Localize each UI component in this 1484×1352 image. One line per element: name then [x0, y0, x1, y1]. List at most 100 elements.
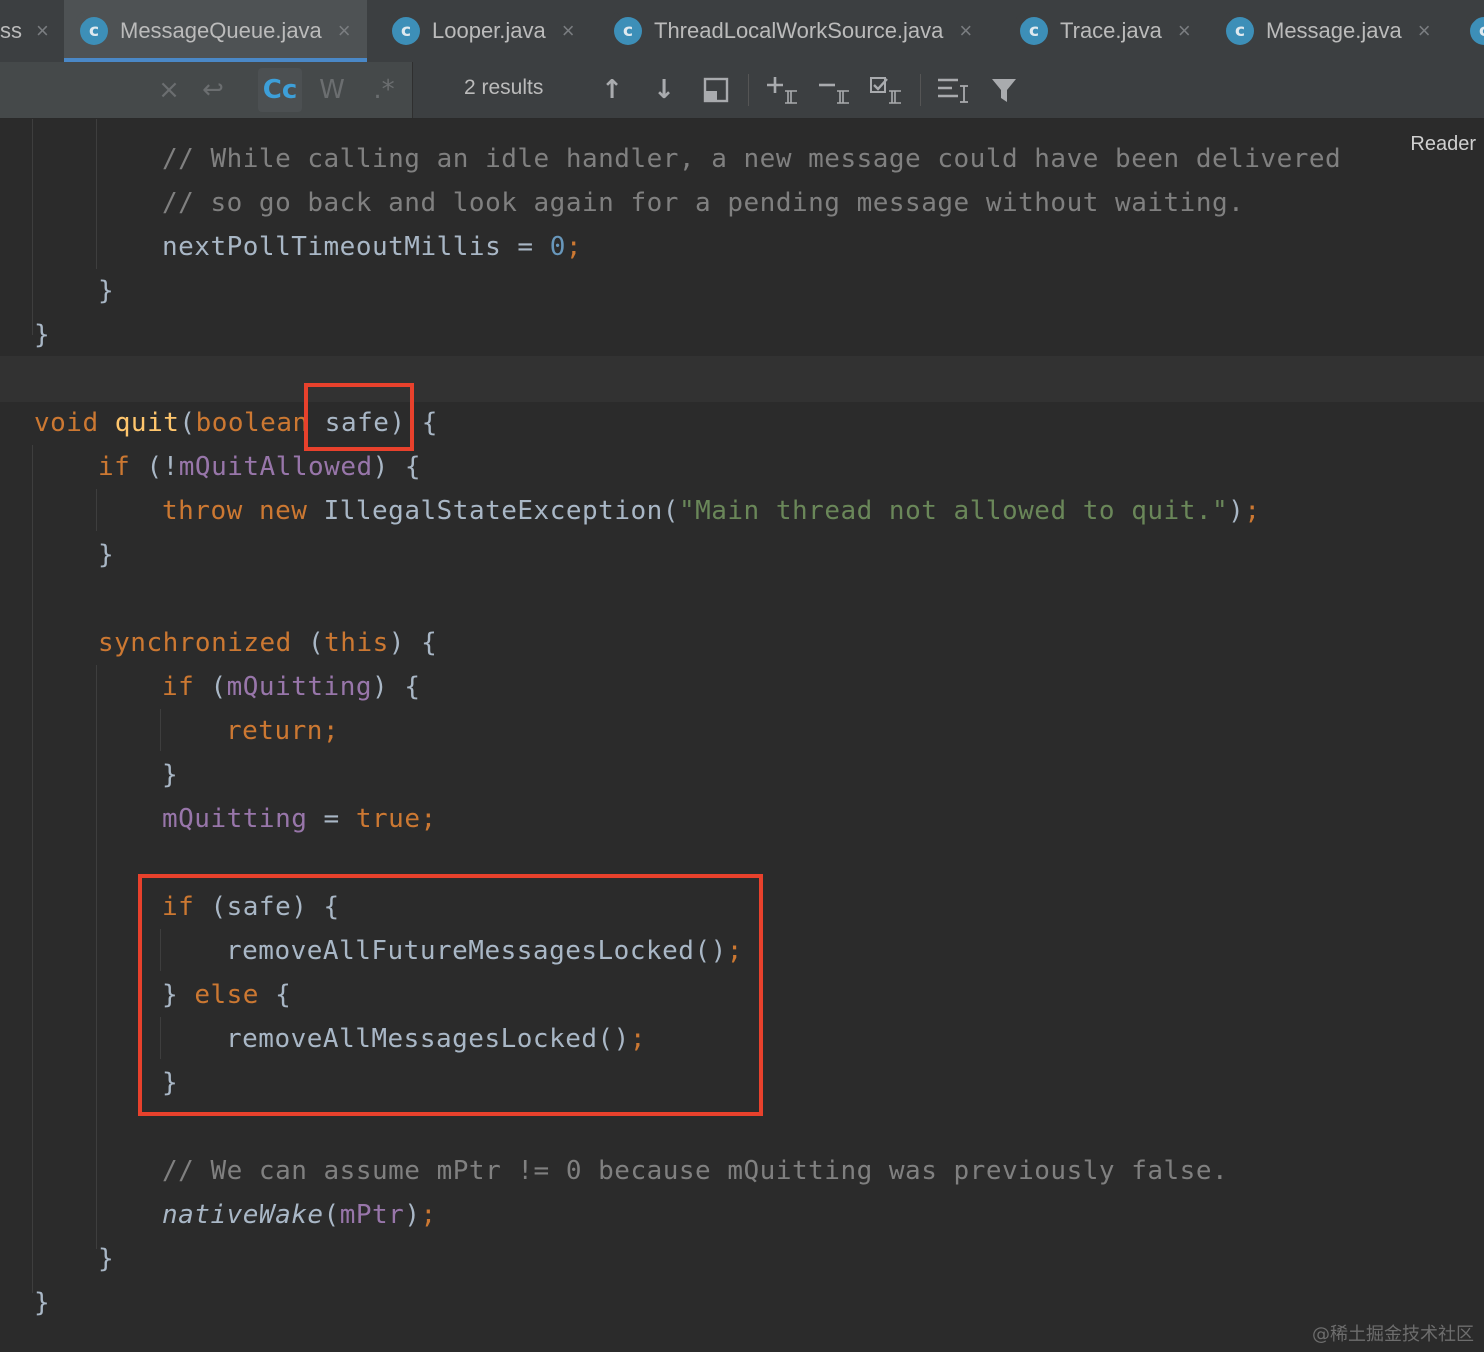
toolbar-separator: [748, 74, 749, 106]
reader-mode-button[interactable]: Reader: [1410, 133, 1476, 156]
paren: ) {: [388, 628, 438, 658]
indent-guide: [160, 709, 161, 751]
method-name: quit: [114, 408, 180, 438]
find-toolbar: × ↩ Cc W .* 2 results ↑ ↓: [0, 62, 1484, 119]
code-line: mQuitting = true;: [162, 804, 437, 834]
select-all-occurrences-icon[interactable]: [868, 68, 906, 112]
paren: (: [179, 408, 196, 438]
tab-trace[interactable]: c Trace.java ×: [1020, 0, 1191, 62]
comment: // While calling an idle handler, a new …: [162, 144, 1342, 174]
indent-guide: [96, 665, 97, 1249]
tab-partial[interactable]: ss ×: [0, 0, 49, 62]
remove-occurrence-icon[interactable]: [816, 68, 854, 112]
new-line-icon[interactable]: ↩: [196, 68, 230, 112]
code-line: return;: [226, 709, 339, 753]
method-separator: [0, 356, 1484, 402]
field: mQuitting: [162, 804, 308, 834]
brace: }: [34, 320, 51, 350]
brace: }: [34, 1288, 51, 1318]
tab-thread-local-work-source[interactable]: c ThreadLocalWorkSource.java ×: [614, 0, 972, 62]
keyword: boolean: [195, 408, 309, 438]
code-line: }: [98, 533, 114, 577]
add-occurrence-icon[interactable]: [764, 68, 802, 112]
tab-message[interactable]: c Message.java ×: [1226, 0, 1431, 62]
paren: ): [1228, 496, 1245, 526]
tab-label: ss: [0, 18, 22, 43]
comment: // We can assume mPtr != 0 because mQuit…: [162, 1156, 1229, 1186]
number-literal: 0: [549, 232, 566, 262]
string-literal: "Main thread not allowed to quit.": [678, 496, 1229, 526]
keyword: synchronized: [98, 628, 292, 658]
code-line: synchronized (this) {: [98, 628, 438, 658]
tab-overflow[interactable]: c: [1470, 0, 1484, 62]
next-occurrence-icon[interactable]: ↓: [648, 68, 680, 112]
class-icon: c: [614, 17, 642, 45]
class-icon: c: [80, 17, 108, 45]
editor-tab-bar: ss × c MessageQueue.java × c Looper.java…: [0, 0, 1484, 63]
code-line: }: [162, 753, 178, 797]
tab-label: Message.java: [1266, 18, 1402, 43]
indent-guide: [96, 489, 97, 531]
words-toggle[interactable]: W: [314, 68, 350, 112]
tab-label: Looper.java: [432, 18, 546, 43]
paren: ) {: [372, 672, 421, 702]
code-line: }: [98, 269, 114, 313]
close-icon[interactable]: ×: [36, 18, 49, 44]
paren: ): [404, 1200, 421, 1230]
open-in-window-icon[interactable]: [700, 68, 732, 112]
code-line: // so go back and look again for a pendi…: [162, 181, 1244, 225]
close-icon[interactable]: ×: [562, 18, 575, 44]
close-icon[interactable]: ×: [1178, 18, 1191, 44]
semicolon: ;: [420, 804, 437, 834]
code-line: }: [98, 1237, 114, 1281]
keyword: void: [34, 408, 99, 438]
keyword: if: [162, 672, 195, 702]
close-icon[interactable]: ×: [338, 18, 351, 44]
keyword: if: [98, 452, 131, 482]
close-icon[interactable]: ×: [1418, 18, 1431, 44]
class-icon: c: [392, 17, 420, 45]
keyword: true: [355, 804, 421, 834]
paren: (!: [130, 452, 179, 482]
comment: // so go back and look again for a pendi…: [162, 188, 1245, 218]
highlight-box-safe-param: [304, 383, 414, 451]
regex-toggle[interactable]: .*: [366, 68, 402, 112]
watermark: @稀土掘金技术社区: [1312, 1324, 1474, 1345]
brace: }: [98, 1244, 115, 1274]
code-editor[interactable]: Reader // While calling an idle handler,…: [0, 119, 1484, 1352]
in-selection-icon[interactable]: [934, 68, 972, 112]
indent-guide: [96, 119, 97, 269]
tab-label: ThreadLocalWorkSource.java: [654, 18, 944, 43]
indent-guide: [32, 445, 33, 1293]
filter-icon[interactable]: [986, 68, 1022, 112]
code-line: }: [34, 313, 50, 357]
match-case-toggle[interactable]: Cc: [258, 68, 302, 112]
search-results-count: 2 results: [464, 76, 544, 99]
semicolon: ;: [322, 716, 340, 746]
class-icon: c: [1020, 17, 1048, 45]
code-line: // While calling an idle handler, a new …: [162, 137, 1341, 181]
code-line: throw new IllegalStateException("Main th…: [162, 489, 1260, 533]
operator: =: [501, 232, 550, 262]
code-line: if (mQuitting) {: [162, 672, 421, 702]
static-method-call: nativeWake: [162, 1200, 324, 1230]
class-icon: c: [1470, 17, 1484, 45]
semicolon: ;: [1244, 496, 1261, 526]
previous-occurrence-icon[interactable]: ↑: [596, 68, 628, 112]
field: mQuitAllowed: [178, 452, 373, 482]
tab-looper[interactable]: c Looper.java ×: [392, 0, 575, 62]
semicolon: ;: [420, 1200, 437, 1230]
tab-message-queue[interactable]: c MessageQueue.java ×: [64, 0, 367, 62]
code-line: if (!mQuitAllowed) {: [98, 445, 421, 489]
tab-label: Trace.java: [1060, 18, 1162, 43]
keyword: new: [258, 496, 308, 526]
field: mQuitting: [226, 672, 373, 702]
constructor-call: IllegalStateException(: [323, 496, 679, 526]
close-icon[interactable]: ×: [959, 18, 972, 44]
clear-search-icon[interactable]: ×: [154, 68, 184, 112]
brace: }: [162, 760, 179, 790]
indent-guide: [32, 119, 33, 335]
keyword: return: [226, 716, 323, 746]
code-line: nativeWake(mPtr);: [162, 1193, 437, 1237]
brace: }: [98, 540, 115, 570]
